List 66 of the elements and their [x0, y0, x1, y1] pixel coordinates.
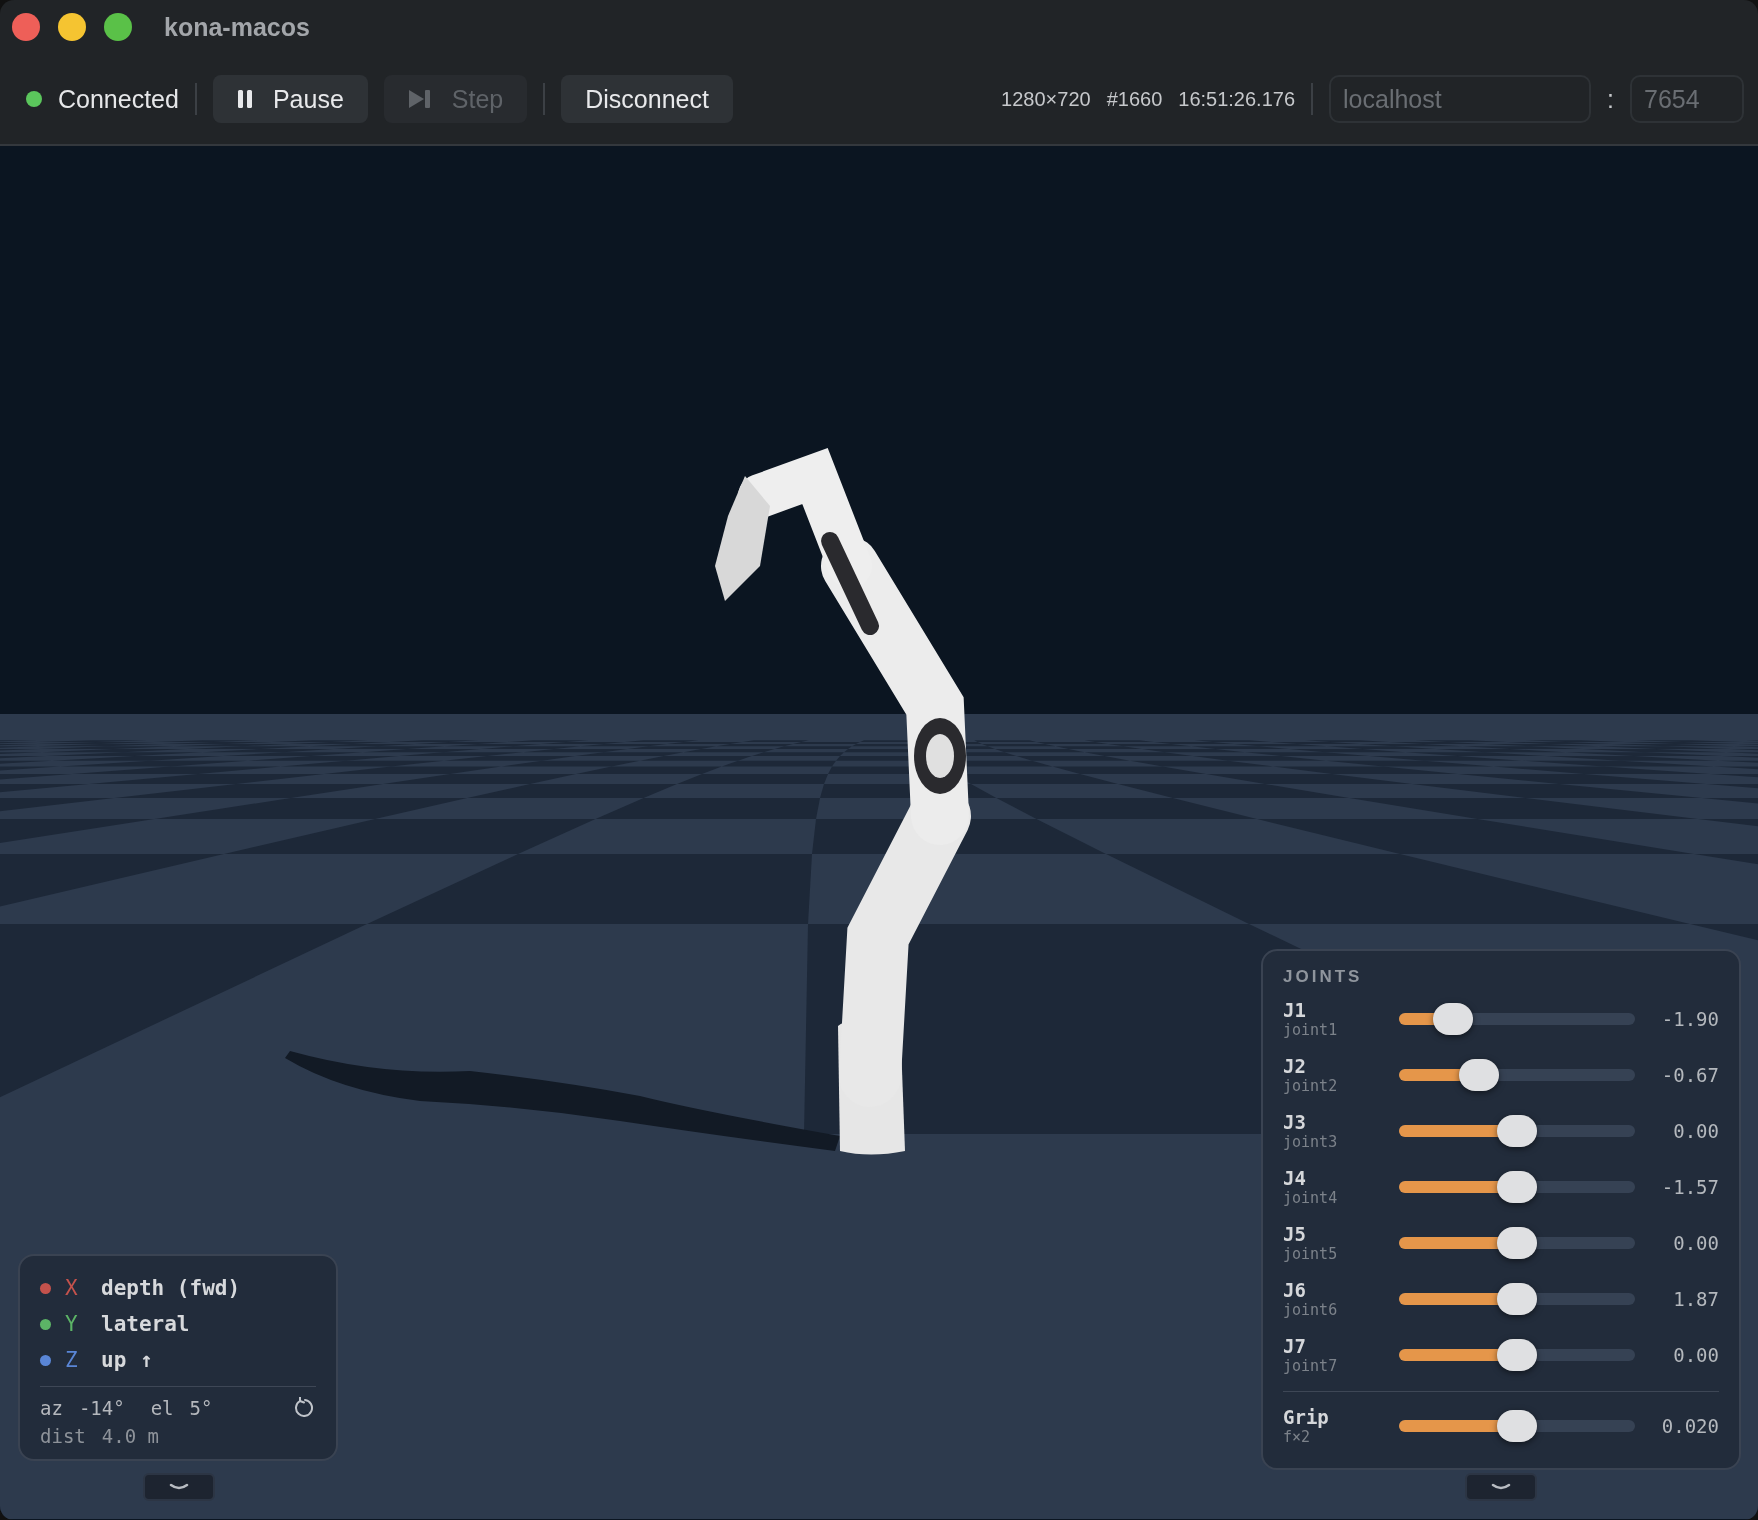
axis-letter: Z [65, 1348, 79, 1372]
slider-thumb[interactable] [1497, 1339, 1537, 1371]
host-field[interactable]: localhost [1329, 75, 1592, 123]
slider-thumb[interactable] [1497, 1227, 1537, 1259]
stream-stat: 16:51:26.176 [1178, 87, 1296, 111]
joint-name: J3 [1283, 1111, 1307, 1133]
collapse-button[interactable] [1465, 1473, 1537, 1501]
camera-value: 4.0 m [101, 1425, 159, 1447]
panel-title: JOINTS [1283, 967, 1364, 987]
joint-id: joint5 [1283, 1245, 1339, 1263]
axis-label: up [101, 1348, 127, 1372]
connection-status: Connected [58, 84, 179, 114]
axis-label: depth (fwd) [101, 1276, 241, 1300]
joint-id: joint4 [1283, 1189, 1339, 1207]
slider-thumb[interactable] [1433, 1003, 1474, 1035]
close-button[interactable] [12, 13, 40, 41]
chevron-down-icon [169, 1483, 189, 1491]
joint-name: J4 [1283, 1167, 1307, 1189]
chevron-down-icon [1491, 1483, 1511, 1491]
slider-thumb[interactable] [1497, 1410, 1537, 1442]
joint-value: 1.87 [1672, 1288, 1719, 1310]
joint-id: joint2 [1283, 1077, 1339, 1095]
port-separator: : [1607, 84, 1614, 114]
reset-icon[interactable] [294, 1397, 316, 1419]
axis-letter: X [65, 1276, 79, 1300]
slider-thumb[interactable] [1497, 1115, 1537, 1147]
camera-label: az [40, 1397, 63, 1419]
joint-value: -0.67 [1660, 1064, 1719, 1086]
stream-stat: 1280×720 [1001, 87, 1091, 111]
axis-letter: Y [65, 1312, 79, 1336]
zoom-button[interactable] [104, 13, 132, 41]
axis-label: lateral [101, 1312, 190, 1336]
slider-thumb[interactable] [1459, 1059, 1500, 1091]
joint-name: J6 [1283, 1279, 1307, 1301]
joint-value: -1.57 [1660, 1176, 1719, 1198]
up-arrow: ↑ [140, 1348, 153, 1372]
window-title: kona-macos [164, 12, 310, 42]
joint-name: J1 [1283, 999, 1307, 1021]
grip-name: Grip [1283, 1406, 1330, 1428]
joint-id: joint7 [1283, 1357, 1339, 1375]
joint-name: J5 [1283, 1223, 1307, 1245]
grip-id: f×2 [1283, 1428, 1312, 1446]
joint-id: joint3 [1283, 1133, 1339, 1151]
grip-value: 0.020 [1660, 1415, 1719, 1437]
camera-value: -14° [78, 1397, 125, 1419]
pause-button[interactable]: Pause [212, 75, 368, 123]
minimize-button[interactable] [58, 13, 86, 41]
step-forward-icon [407, 89, 432, 109]
camera-label: dist [40, 1425, 86, 1447]
port-field[interactable]: 7654 [1630, 75, 1744, 123]
slider-thumb[interactable] [1497, 1171, 1537, 1203]
joint-value: -1.90 [1660, 1008, 1719, 1030]
joint-value: 0.00 [1672, 1232, 1719, 1254]
joint-id: joint6 [1283, 1301, 1339, 1319]
stream-stat: #1660 [1106, 87, 1163, 111]
joint-name: J7 [1283, 1335, 1307, 1357]
collapse-button[interactable] [143, 1473, 215, 1501]
camera-value: 5° [189, 1397, 213, 1419]
joint-name: J2 [1283, 1055, 1307, 1077]
joint-value: 0.00 [1672, 1344, 1719, 1366]
disconnect-button[interactable]: Disconnect [561, 75, 733, 123]
pause-icon [236, 89, 253, 109]
slider-thumb[interactable] [1497, 1283, 1537, 1315]
camera-label: el [150, 1397, 174, 1419]
joint-value: 0.00 [1672, 1120, 1719, 1142]
joint-id: joint1 [1283, 1021, 1339, 1039]
